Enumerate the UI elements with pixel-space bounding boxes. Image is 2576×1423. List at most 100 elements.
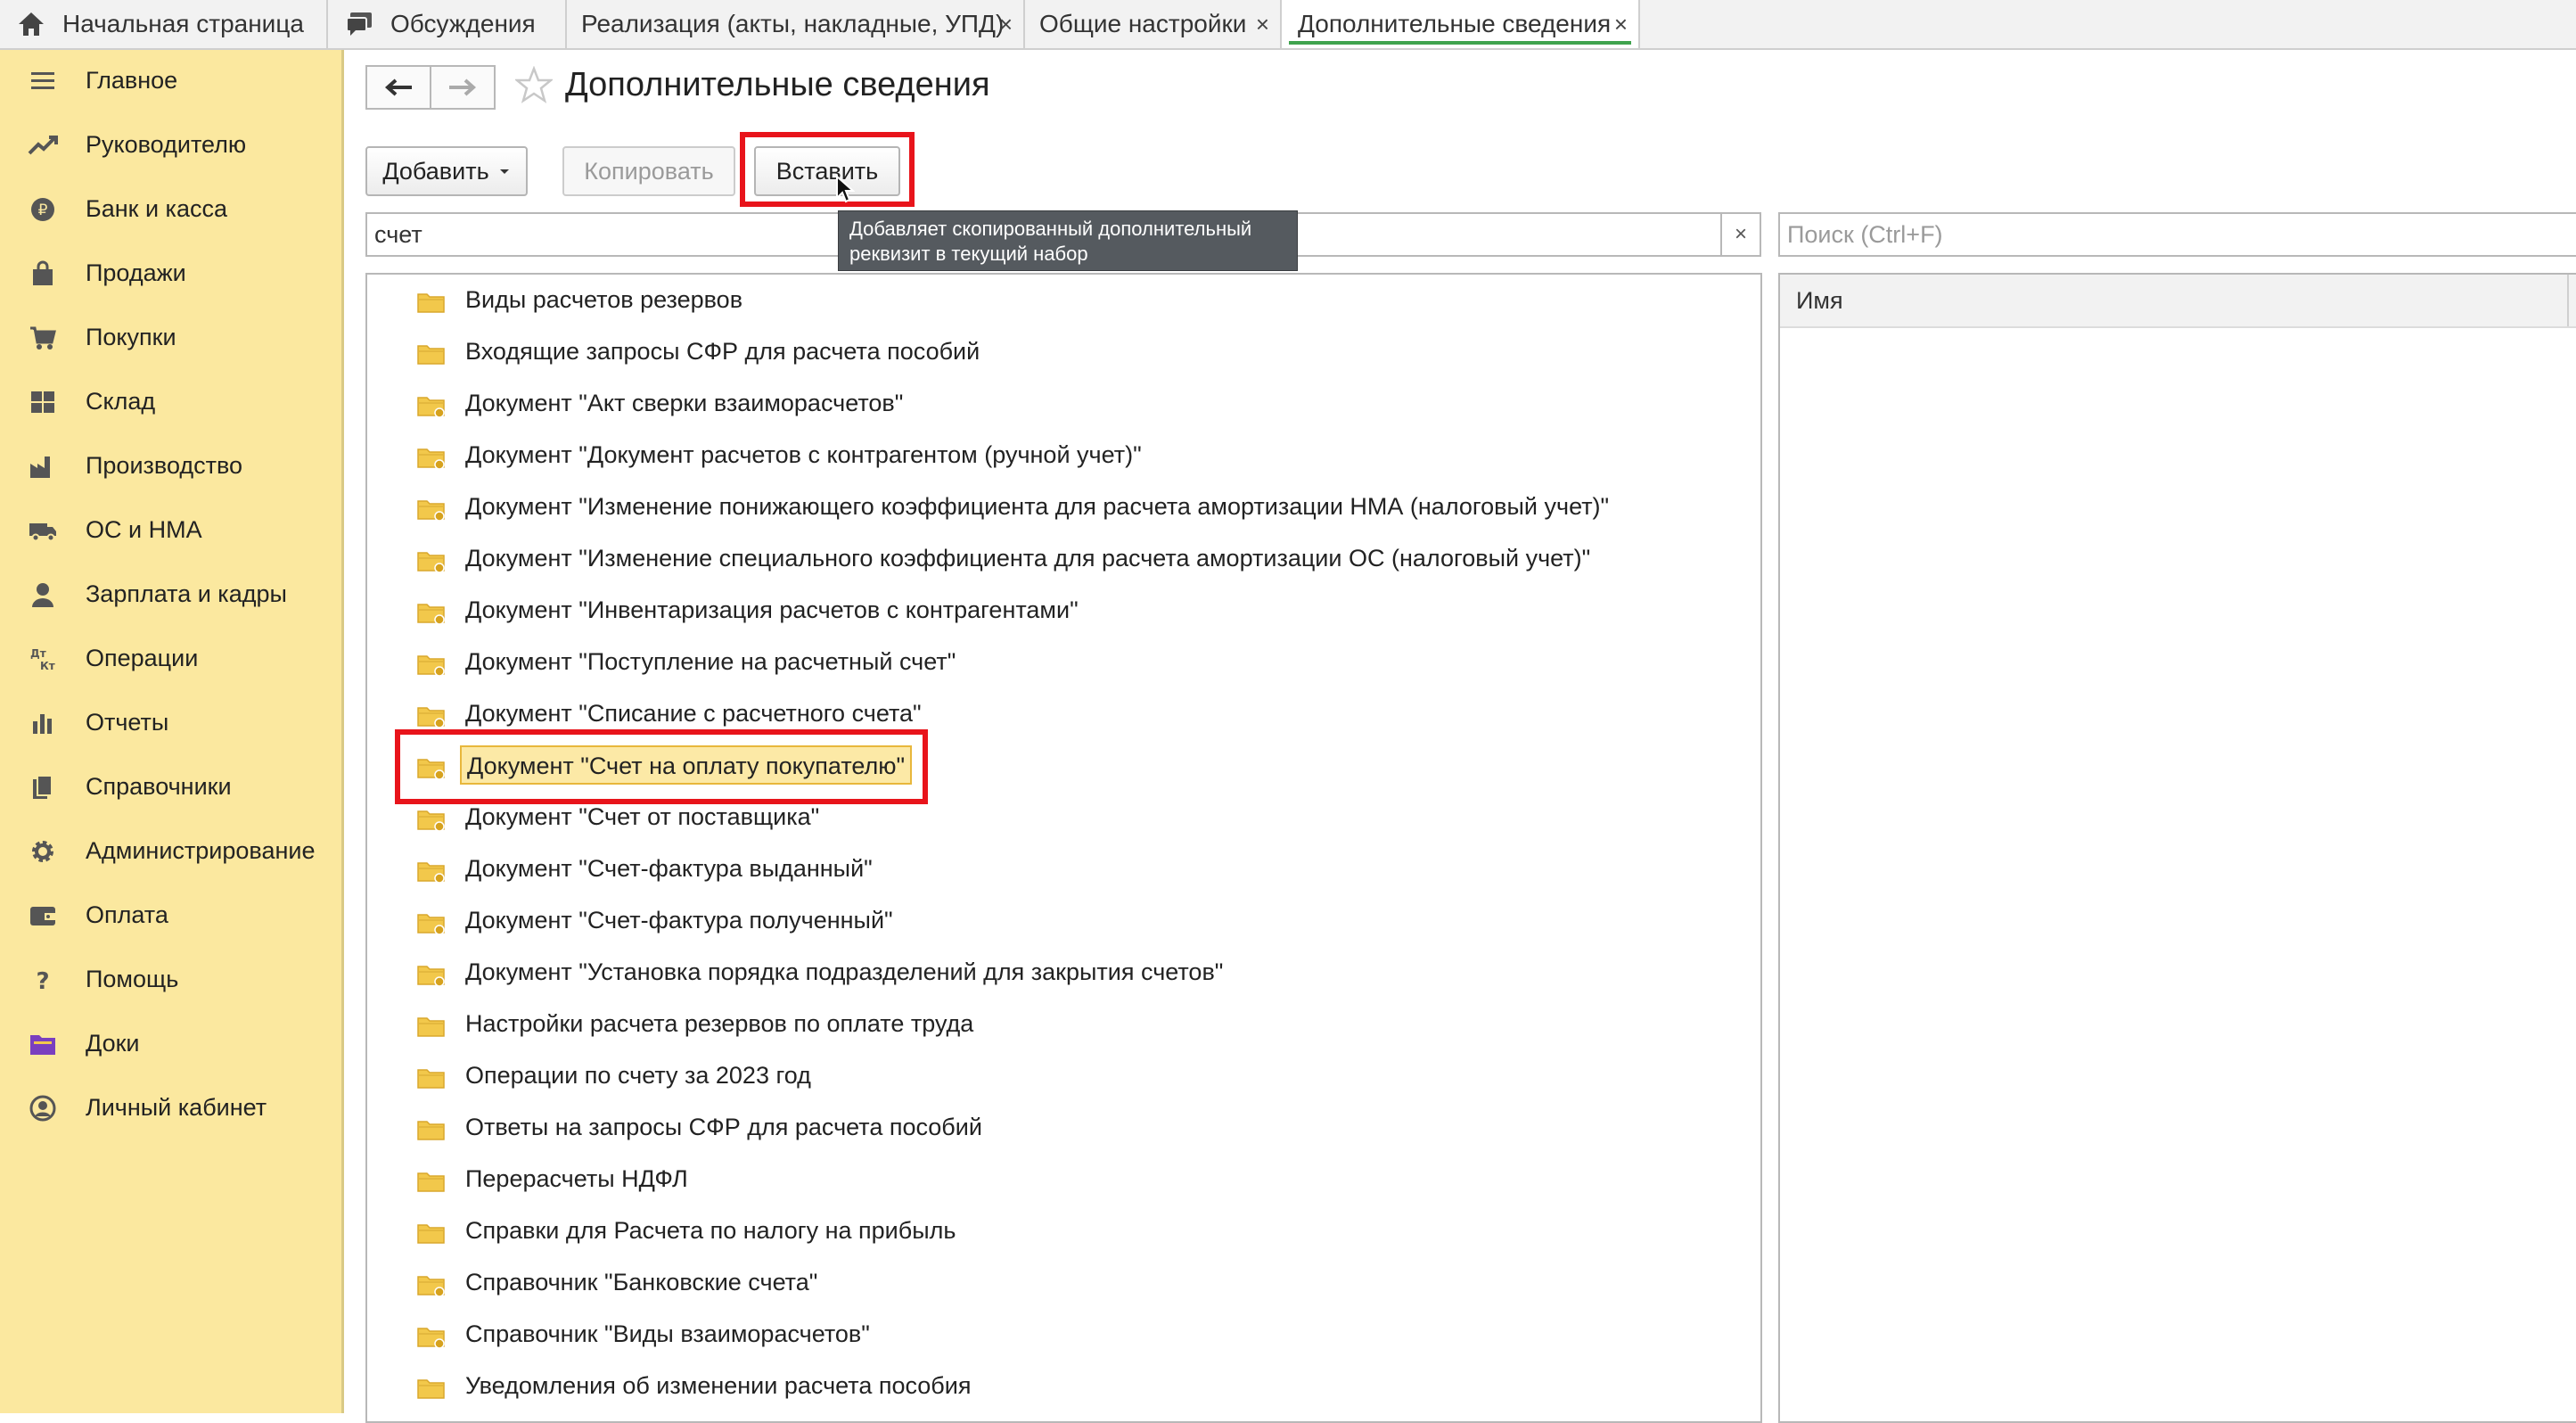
sidebar-item-main[interactable]: Главное [0,53,341,107]
list-item-label: Документ "Инвентаризация расчетов с конт… [465,596,1079,623]
dropdown-triangle-icon [499,169,509,174]
list-item[interactable]: Документ "Поступление на расчетный счет" [367,638,1758,690]
list-item[interactable]: Документ "Инвентаризация расчетов с конт… [367,587,1758,638]
list-item[interactable]: Справочник "Банковские счета" [367,1259,1758,1311]
folder-icon [417,1221,446,1246]
list-item-label: Документ "Списание с расчетного счета" [465,700,922,727]
list-item[interactable]: Документ "Установка порядка подразделени… [367,949,1758,1000]
person-icon [27,579,59,611]
sidebar-item-bank[interactable]: ₽ Банк и касса [0,182,341,235]
sidebar-item-salary[interactable]: Зарплата и кадры [0,567,341,621]
sidebar-item-assets[interactable]: ОС и НМА [0,503,341,556]
page-title: Дополнительные сведения [565,66,990,103]
ruble-coin-icon: ₽ [27,193,59,226]
list-item[interactable]: Справочник "Виды взаиморасчетов" [367,1311,1758,1362]
tab-general-settings[interactable]: Общие настройки × [1025,0,1282,48]
sidebar-item-production[interactable]: Производство [0,439,341,492]
list-item[interactable]: Документ "Акт сверки взаиморасчетов" [367,380,1758,432]
trend-up-icon [27,129,59,161]
sidebar-item-sales[interactable]: Продажи [0,246,341,300]
dt-kt-icon: Дт Кт [27,643,59,675]
list-item[interactable]: Документ "Счет-фактура полученный" [367,897,1758,949]
svg-text:Кт: Кт [40,660,55,672]
factory-icon [27,450,59,482]
list-item-label: Документ "Документ расчетов с контрагент… [465,441,1142,468]
list-item[interactable]: Документ "Документ расчетов с контрагент… [367,432,1758,483]
folder-doc-icon [417,807,446,832]
list-item[interactable]: Документ "Изменение специального коэффиц… [367,535,1758,587]
tab-realization[interactable]: Реализация (акты, накладные, УПД) × [567,0,1025,48]
list-item-label: Входящие запросы СФР для расчета пособий [465,338,980,365]
sidebar-item-catalogs[interactable]: Справочники [0,760,341,813]
column-header-name[interactable]: Имя [1780,275,2576,328]
list-item-label: Ответы на запросы СФР для расчета пособи… [465,1114,982,1140]
sidebar-item-label: Руководителю [86,130,247,158]
list-item-label: Настройки расчета резервов по оплате тру… [465,1010,974,1037]
list-item-label: Уведомления об изменении расчета пособия [465,1372,972,1399]
sidebar-item-label: Справочники [86,772,232,800]
list-item[interactable]: Входящие запросы СФР для расчета пособий [367,328,1758,380]
list-item[interactable]: Перерасчеты НДФЛ [367,1156,1758,1207]
add-button-label: Добавить [382,157,489,185]
list-item[interactable]: Настройки расчета резервов по оплате тру… [367,1000,1758,1052]
forward-button[interactable] [430,65,496,110]
close-icon[interactable]: × [1256,11,1269,38]
sidebar-item-help[interactable]: ? Помощь [0,952,341,1006]
filter-input-value: счет [374,221,422,248]
favorite-star-icon[interactable] [513,65,554,108]
list-item-label: Виды расчетов резервов [465,286,743,313]
list-item[interactable]: Ответы на запросы СФР для расчета пособи… [367,1104,1758,1156]
list-item[interactable]: Документ "Изменение понижающего коэффици… [367,483,1758,535]
list-item[interactable]: Справки для Расчета по налогу на прибыль [367,1207,1758,1259]
sidebar-item-docs[interactable]: Доки [0,1016,341,1070]
sidebar-item-label: Покупки [86,323,176,350]
list-item[interactable]: Уведомления об изменении расчета пособия [367,1362,1758,1414]
sidebar-item-label: ОС и НМА [86,515,202,543]
groups-list[interactable]: Виды расчетов резервов Входящие запросы С… [365,273,1762,1423]
sidebar-item-payment[interactable]: Оплата [0,888,341,942]
tab-label: Реализация (акты, накладные, УПД) [581,10,1005,37]
list-item[interactable]: Виды расчетов резервов [367,276,1758,328]
add-button[interactable]: Добавить [365,146,528,196]
back-button[interactable] [365,65,431,110]
sidebar-item-reports[interactable]: Отчеты [0,695,341,749]
paste-highlight-frame [740,132,915,207]
folder-icon [417,1169,446,1194]
list-item[interactable]: Операции по счету за 2023 год [367,1052,1758,1104]
arrow-right-icon [449,78,477,96]
sidebar-item-admin[interactable]: Администрирование [0,824,341,877]
list-item-label: Справки для Расчета по налогу на прибыль [465,1217,956,1244]
folder-doc-icon [417,859,446,884]
clear-icon: × [1734,222,1747,246]
close-icon[interactable]: × [999,11,1013,38]
list-item-label: Документ "Счет от поставщика" [465,803,820,830]
search-input[interactable]: Поиск (Ctrl+F) [1778,212,2576,257]
sidebar-item-label: Администрирование [86,836,316,864]
list-item-label: Документ "Изменение специального коэффиц… [465,545,1591,572]
sidebar-item-manager[interactable]: Руководителю [0,118,341,171]
tab-label: Начальная страница [62,10,304,37]
copy-button[interactable]: Копировать [562,146,735,196]
list-item[interactable]: Документ "Счет-фактура выданный" [367,845,1758,897]
copy-button-label: Копировать [584,157,714,185]
sidebar-item-label: Личный кабинет [86,1093,267,1121]
tab-discussions[interactable]: Обсуждения [328,0,567,48]
folder-doc-icon [417,962,446,987]
list-item-label: Операции по счету за 2023 год [465,1062,811,1089]
folder-doc-icon [417,1324,446,1349]
menu-lines-icon [27,65,59,97]
sidebar-item-warehouse[interactable]: Склад [0,374,341,428]
attributes-table[interactable]: Имя [1778,273,2576,1423]
active-tab-indicator [1289,41,1631,45]
folder-doc-icon [417,1272,446,1297]
tab-additional-info[interactable]: Дополнительные сведения × [1282,0,1640,48]
clear-filter-button[interactable]: × [1720,212,1761,257]
books-icon [27,771,59,803]
sidebar-item-operations[interactable]: Дт Кт Операции [0,631,341,685]
tab-home[interactable]: Начальная страница [0,0,328,48]
sidebar-item-account[interactable]: Личный кабинет [0,1081,341,1134]
close-icon[interactable]: × [1614,11,1628,38]
sidebar-item-label: Производство [86,451,243,479]
sidebar-item-purchases[interactable]: Покупки [0,310,341,364]
list-item-label: Документ "Изменение понижающего коэффици… [465,493,1610,520]
